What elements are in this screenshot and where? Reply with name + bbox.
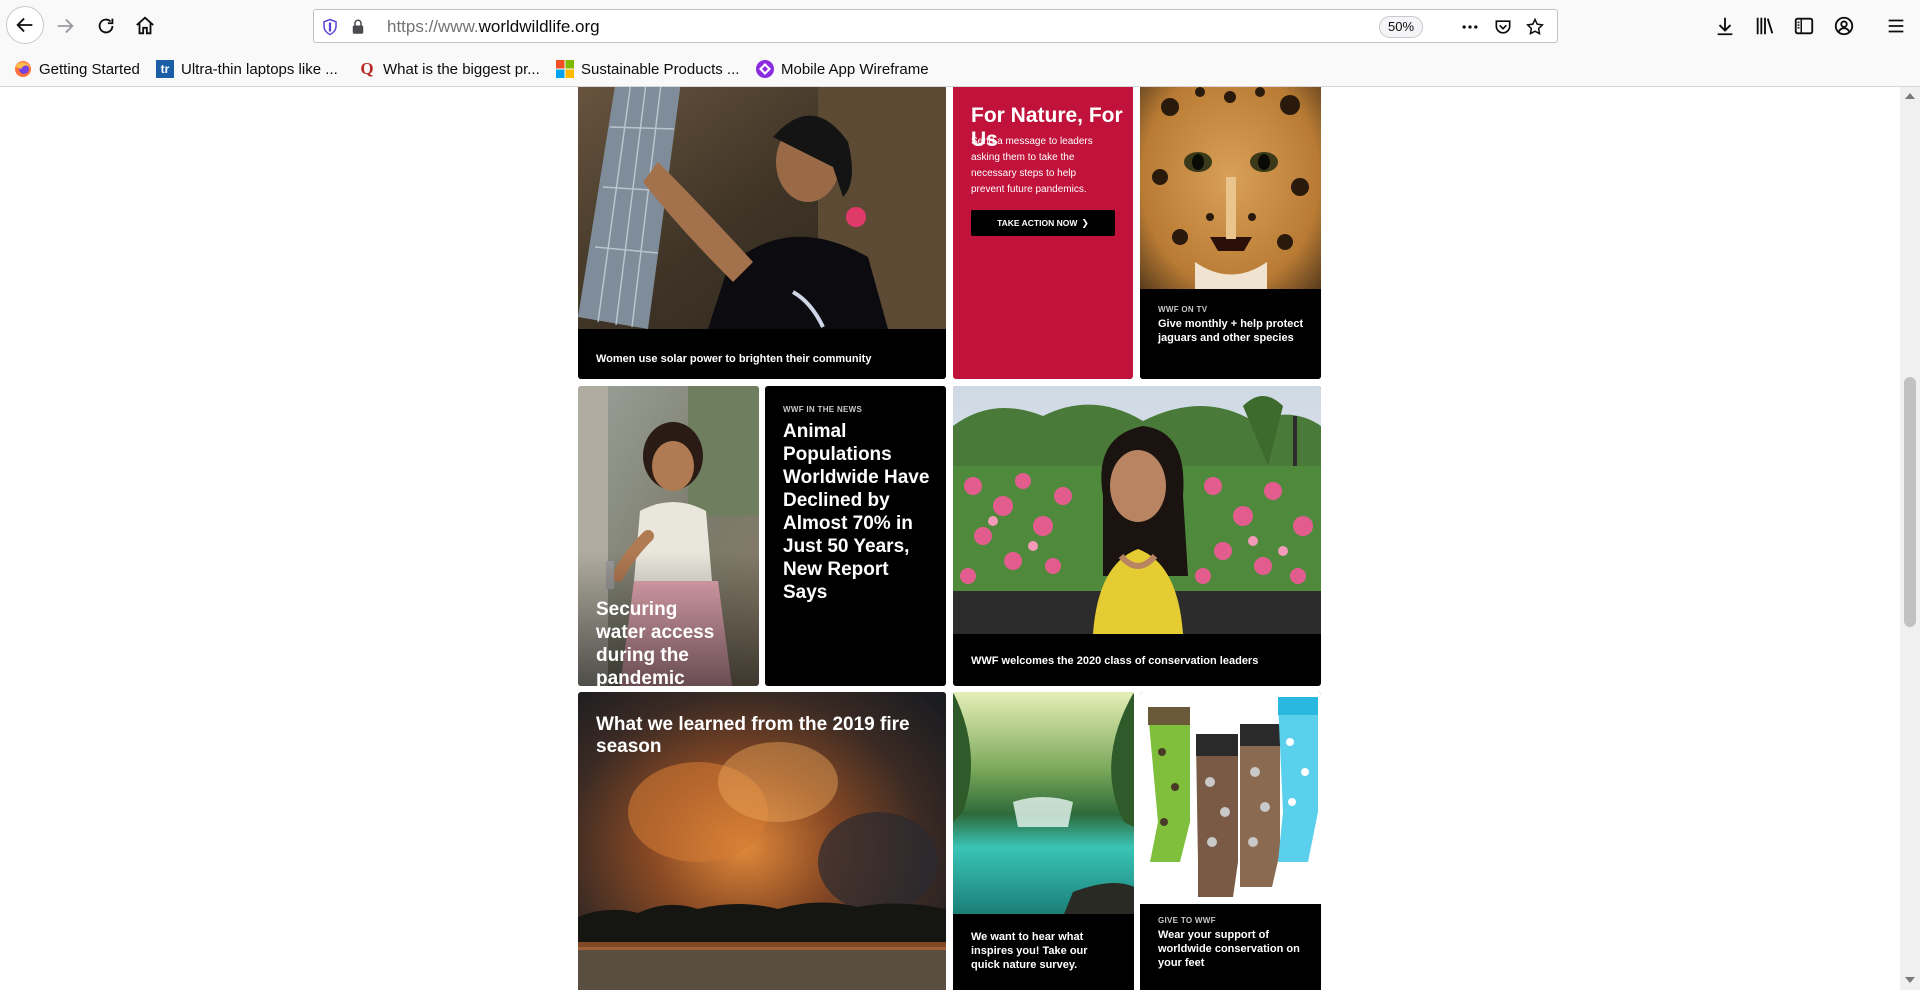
- pocket-icon[interactable]: [1492, 16, 1514, 38]
- menu-button[interactable]: [1878, 8, 1914, 44]
- scroll-up-arrow-icon[interactable]: [1905, 93, 1915, 99]
- jaguar-photo: [1140, 87, 1321, 289]
- news-headline: Animal Populations Worldwide Have Declin…: [783, 421, 930, 603]
- home-icon: [136, 16, 154, 35]
- quora-icon: Q: [360, 59, 374, 78]
- conservation-leaders-caption: WWF welcomes the 2020 class of conservat…: [971, 655, 1259, 667]
- bookmark-ultra-thin-laptops[interactable]: tr Ultra-thin laptops like ...: [156, 58, 338, 80]
- tracking-protection-shield-icon[interactable]: [319, 16, 341, 38]
- jaguar-kicker: WWF ON TV: [1158, 305, 1208, 314]
- jaguar-caption-band: WWF ON TV Give monthly + help protect ja…: [1140, 289, 1321, 379]
- animal-socks-photo: [1140, 692, 1321, 904]
- waterfall-lagoon-photo: [953, 692, 1134, 914]
- tile-for-nature: For Nature, For Us Send a message to lea…: [953, 87, 1133, 379]
- browser-toolbar: https://www.worldwildlife.org 50%: [0, 0, 1920, 50]
- tile-securing-water[interactable]: Securing water access during the pandemi…: [578, 386, 759, 686]
- reload-icon: [98, 18, 114, 34]
- socks-kicker: GIVE TO WWF: [1158, 916, 1216, 925]
- account-icon: [1834, 16, 1854, 36]
- news-kicker: WWF IN THE NEWS: [783, 405, 863, 414]
- bookmark-star-icon[interactable]: [1524, 16, 1546, 38]
- page-viewport: Women use solar power to brighten their …: [0, 87, 1900, 990]
- tile-nature-survey[interactable]: We want to hear what inspires you! Take …: [953, 692, 1134, 990]
- securing-water-caption: Securing water access during the pandemi…: [596, 599, 715, 686]
- bookmarks-toolbar: Getting Started tr Ultra-thin laptops li…: [0, 50, 1920, 87]
- reload-button[interactable]: [88, 8, 124, 44]
- page-scrollbar[interactable]: [1900, 87, 1920, 990]
- tile-conservation-leaders[interactable]: WWF welcomes the 2020 class of conservat…: [953, 386, 1321, 686]
- bookmark-mobile-app-wireframe[interactable]: Mobile App Wireframe: [756, 58, 929, 80]
- forward-button[interactable]: [47, 8, 83, 44]
- tile-wwf-socks[interactable]: GIVE TO WWF Wear your support of worldwi…: [1140, 692, 1321, 990]
- bookmark-biggest-problem[interactable]: Q What is the biggest pr...: [358, 58, 539, 80]
- url-text: https://www.worldwildlife.org: [387, 17, 600, 36]
- fire-season-headline: What we learned from the 2019 fire seaso…: [596, 714, 910, 757]
- hamburger-menu-icon: [1888, 19, 1904, 33]
- jaguar-caption: Give monthly + help protect jaguars and …: [1158, 318, 1304, 344]
- home-button[interactable]: [127, 8, 163, 44]
- tr-favicon: tr: [156, 60, 174, 78]
- lock-icon[interactable]: [347, 16, 369, 38]
- library-icon: [1756, 17, 1774, 35]
- chevron-right-icon: ❯: [1081, 217, 1089, 228]
- forward-arrow-icon: [57, 18, 74, 34]
- firefox-icon: [15, 61, 31, 77]
- zoom-level-badge[interactable]: 50%: [1379, 16, 1424, 38]
- socks-caption: Wear your support of worldwide conservat…: [1158, 929, 1300, 969]
- back-button[interactable]: [6, 6, 44, 44]
- page-actions-menu-icon[interactable]: [1459, 16, 1481, 38]
- downloads-button[interactable]: [1707, 8, 1743, 44]
- bookmark-getting-started[interactable]: Getting Started: [14, 58, 140, 80]
- for-nature-body: Send a message to leaders asking them to…: [971, 136, 1093, 195]
- address-bar[interactable]: https://www.worldwildlife.org 50%: [313, 9, 1558, 43]
- wireframe-icon: [756, 60, 774, 78]
- download-icon: [1717, 17, 1733, 36]
- account-button[interactable]: [1826, 8, 1862, 44]
- conservation-leader-portrait-photo: [953, 386, 1321, 634]
- scrollbar-thumb[interactable]: [1904, 377, 1916, 627]
- scroll-down-arrow-icon[interactable]: [1905, 977, 1915, 983]
- tile-solar-caption: Women use solar power to brighten their …: [596, 353, 872, 365]
- bookmark-sustainable-products[interactable]: Sustainable Products ...: [556, 58, 739, 80]
- tile-jaguar[interactable]: WWF ON TV Give monthly + help protect ja…: [1140, 87, 1321, 379]
- tile-solar-power[interactable]: Women use solar power to brighten their …: [578, 87, 946, 379]
- take-action-button[interactable]: TAKE ACTION NOW ❯: [971, 210, 1115, 236]
- sidebar-icon: [1794, 17, 1814, 35]
- tile-fire-season[interactable]: What we learned from the 2019 fire seaso…: [578, 692, 946, 990]
- woman-solar-panel-photo: [578, 87, 946, 329]
- nature-survey-caption: We want to hear what inspires you! Take …: [971, 931, 1088, 971]
- back-arrow-icon: [16, 17, 33, 33]
- library-button[interactable]: [1747, 8, 1783, 44]
- microsoft-icon: [556, 60, 574, 78]
- tile-wwf-in-the-news[interactable]: WWF IN THE NEWS Animal Populations World…: [765, 386, 946, 686]
- sidebar-button[interactable]: [1786, 8, 1822, 44]
